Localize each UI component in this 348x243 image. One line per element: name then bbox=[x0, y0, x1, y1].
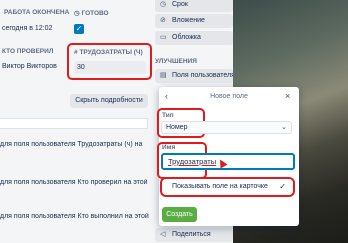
name-input[interactable]: Трудозатраты bbox=[161, 153, 295, 170]
sidebar-term-button[interactable]: ◷ Срок bbox=[155, 0, 233, 12]
activity-item: для поля пользователя Кто проверил на эт… bbox=[0, 179, 148, 186]
comment-input[interactable] bbox=[0, 118, 148, 129]
show-on-card-toggle[interactable]: Показывать поле на карточке ✓ bbox=[164, 179, 291, 194]
effort-value: 30 bbox=[77, 64, 85, 71]
sidebar-cover-button[interactable]: ▭ Обложка bbox=[155, 31, 233, 45]
paperclip-icon: ⊘ bbox=[160, 17, 166, 24]
popover-title: Новое поле bbox=[210, 93, 248, 100]
type-label: Тип bbox=[162, 112, 174, 119]
effort-label: # ТРУДОЗАТРАТЫ (Ч) bbox=[74, 49, 143, 56]
sidebar-attachment-button[interactable]: ⊘ Вложение bbox=[155, 14, 233, 28]
name-label: Имя bbox=[162, 144, 176, 151]
type-select[interactable]: Номер ⌄ bbox=[161, 121, 292, 134]
sidebar-custom-fields-button[interactable]: ▤ Поля пользователя bbox=[155, 69, 235, 83]
sidebar-share-button[interactable]: ◁ Поделиться bbox=[155, 228, 233, 242]
fields-icon: ▤ bbox=[160, 72, 167, 79]
activity-item: для поля пользователя Трудозатраты (ч) н… bbox=[0, 141, 143, 148]
checker-value[interactable]: Виктор Викторов bbox=[2, 63, 57, 70]
done-checkbox[interactable]: ✓ bbox=[74, 24, 84, 34]
activity-item: для поля пользователя Кто выполнил на эт… bbox=[0, 213, 149, 220]
cover-icon: ▭ bbox=[160, 34, 167, 41]
hash-icon: # bbox=[74, 49, 78, 56]
clock-icon: ◷ bbox=[160, 1, 167, 8]
hide-details-button[interactable]: Скрыть подробности bbox=[70, 94, 148, 108]
checker-label: КТО ПРОВЕРИЛ bbox=[2, 48, 54, 55]
close-icon[interactable]: × bbox=[285, 91, 290, 101]
chevron-down-icon: ⌄ bbox=[281, 124, 287, 131]
effort-field[interactable]: 30 bbox=[74, 61, 146, 74]
end-date-value[interactable]: сегодня в 12:02 bbox=[2, 25, 52, 32]
end-date-label: РАБОТА ОКОНЧЕНА bbox=[4, 9, 70, 16]
create-button[interactable]: Создать bbox=[162, 207, 197, 222]
done-label: ◷ ГОТОВО bbox=[74, 10, 109, 17]
check-icon: ✓ bbox=[279, 182, 286, 191]
clock-icon: ◷ bbox=[74, 10, 80, 17]
share-icon: ◁ bbox=[160, 231, 166, 238]
improvements-header: УЛУЧШЕНИЯ bbox=[155, 58, 197, 65]
